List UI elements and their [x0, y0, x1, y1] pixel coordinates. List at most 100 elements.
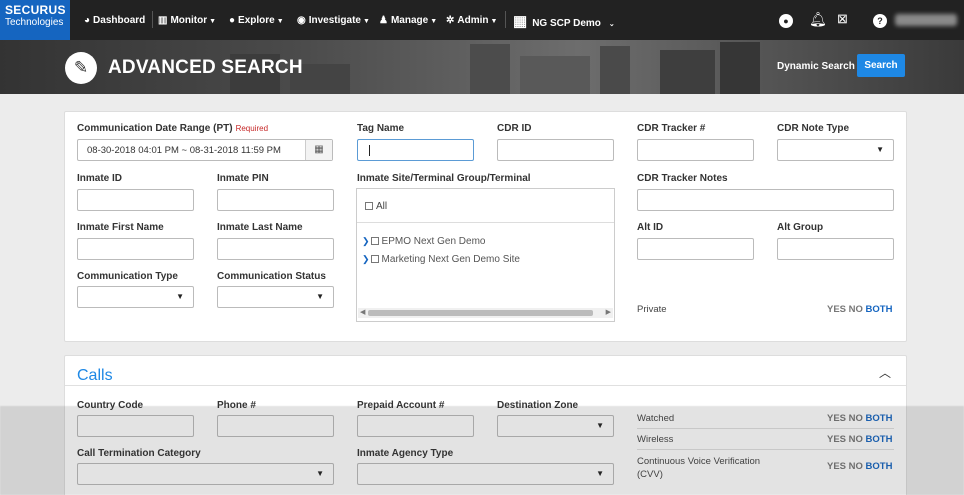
comm-status-label: Communication Status: [217, 271, 326, 282]
site-tree: All ❯ EPMO Next Gen Demo ❯ Marketing Next …: [356, 188, 615, 322]
scroll-right-icon[interactable]: ▶: [606, 308, 611, 316]
cdr-id-label: CDR ID: [497, 123, 532, 134]
cdr-note-type-select[interactable]: ▼: [777, 139, 894, 161]
securus-logo[interactable]: SECURUS Technologies: [0, 0, 70, 40]
scroll-left-icon[interactable]: ◀: [360, 308, 365, 316]
chevron-down-icon[interactable]: ❯: [362, 254, 370, 264]
cdr-note-type-label: CDR Note Type: [777, 123, 850, 134]
caret-down-icon: ▼: [276, 18, 284, 25]
no-option[interactable]: NO: [849, 304, 863, 315]
inmate-id-input[interactable]: [77, 189, 194, 211]
scroll-thumb[interactable]: [368, 310, 593, 316]
horizontal-scrollbar[interactable]: ◀ ▶: [358, 308, 613, 318]
comm-status-select[interactable]: ▼: [217, 286, 334, 308]
screen-shade: [0, 406, 964, 495]
cdr-tracker-input[interactable]: [637, 139, 754, 161]
nav-manage-label: Manage: [390, 15, 429, 26]
inmate-id-label: Inmate ID: [77, 173, 123, 184]
tag-name-input[interactable]: [357, 139, 474, 161]
date-range-label: Communication Date Range (PT) Required: [77, 123, 268, 134]
mail-icon[interactable]: ⊠: [837, 10, 848, 28]
nav-investigate[interactable]: ◉ Investigate ▼: [297, 15, 370, 26]
first-name-label: Inmate First Name: [77, 222, 164, 233]
nav-admin-label: Admin: [457, 15, 489, 26]
caret-down-icon: ▼: [316, 292, 324, 301]
alt-group-label: Alt Group: [777, 222, 824, 233]
search-button[interactable]: Search: [857, 54, 905, 77]
nav-explore[interactable]: ● Explore ▼: [229, 15, 284, 26]
nav-investigate-label: Investigate: [308, 15, 361, 26]
tag-name-label: Tag Name: [357, 123, 405, 134]
status-icon[interactable]: ●: [779, 10, 793, 28]
caret-down-icon: ▼: [209, 18, 217, 25]
site-terminal-label: Inmate Site/Terminal Group/Terminal: [357, 173, 531, 184]
nav-monitor[interactable]: ▥ Monitor ▼: [158, 15, 216, 26]
chevron-down-icon[interactable]: ❯: [362, 236, 370, 246]
page-title: ADVANCED SEARCH: [108, 57, 303, 78]
tree-all-option[interactable]: All: [365, 201, 387, 212]
nav-monitor-label: Monitor: [170, 15, 208, 26]
cdr-tracker-notes-input[interactable]: [637, 189, 894, 211]
nav-dashboard[interactable]: ◕ Dashboard: [84, 15, 145, 26]
both-option[interactable]: BOTH: [866, 304, 893, 315]
alt-group-input[interactable]: [777, 238, 894, 260]
user-icon: ♟: [379, 15, 388, 26]
divider: [65, 385, 906, 386]
last-name-input[interactable]: [217, 238, 334, 260]
date-range-label-text: Communication Date Range (PT): [77, 123, 233, 134]
logo-subtext: Technologies: [5, 17, 64, 28]
nav-divider: [152, 11, 153, 28]
logo-text: SECURUS: [5, 3, 66, 17]
eye-icon: ◉: [297, 15, 306, 26]
caret-down-icon: ▼: [876, 145, 884, 154]
private-toggle: YES NO BOTH: [827, 304, 892, 315]
comm-type-label: Communication Type: [77, 271, 178, 282]
bell-icon[interactable]: 🔔︎: [809, 10, 827, 28]
help-icon[interactable]: ?: [873, 10, 887, 28]
checkbox[interactable]: [370, 255, 379, 263]
gear-icon: ✲: [446, 15, 455, 26]
caret-down-icon: ▼: [176, 292, 184, 301]
caret-down-icon: ▼: [362, 18, 370, 25]
alt-id-input[interactable]: [637, 238, 754, 260]
alt-id-label: Alt ID: [637, 222, 664, 233]
site-name: NG SCP Demo: [532, 18, 601, 29]
nav-admin[interactable]: ✲ Admin ▼: [446, 15, 497, 26]
caret-down-icon: ⌄: [608, 21, 615, 28]
dashboard-icon: ◕: [84, 15, 91, 26]
first-name-input[interactable]: [77, 238, 194, 260]
last-name-label: Inmate Last Name: [217, 222, 303, 233]
nav-manage[interactable]: ♟ Manage ▼: [379, 15, 437, 26]
tree-item-label: EPMO Next Gen Demo: [381, 236, 486, 247]
required-marker: Required: [235, 124, 269, 133]
building-icon: ▦: [513, 13, 528, 30]
edit-icon: ✎: [65, 52, 97, 84]
cdr-id-input[interactable]: [497, 139, 614, 161]
site-selector[interactable]: ▦ NG SCP Demo ⌄: [513, 12, 615, 30]
tree-item-label: Marketing Next Gen Demo Site: [381, 254, 520, 265]
cdr-tracker-label: CDR Tracker #: [637, 123, 706, 134]
tree-all-label: All: [376, 201, 388, 212]
chevron-up-icon[interactable]: ︿: [879, 364, 891, 381]
top-nav: SECURUS Technologies ◕ Dashboard ▥ Monitor…: [0, 0, 964, 40]
chart-icon: ▥: [158, 15, 168, 26]
tree-item[interactable]: ❯ Marketing Next Gen Demo Site: [362, 254, 520, 265]
cdr-tracker-notes-label: CDR Tracker Notes: [637, 173, 728, 184]
inmate-pin-label: Inmate PIN: [217, 173, 269, 184]
user-menu[interactable]: [895, 14, 957, 26]
nav-dashboard-label: Dashboard: [93, 15, 146, 26]
calls-section-title: Calls: [77, 367, 113, 384]
caret-down-icon: ▼: [430, 18, 438, 25]
checkbox[interactable]: [365, 202, 373, 210]
private-label: Private: [637, 304, 667, 315]
date-range-input[interactable]: 08-30-2018 04:01 PM ~ 08-31-2018 11:59 P…: [77, 139, 333, 161]
calendar-icon[interactable]: ▦: [305, 140, 332, 160]
inmate-pin-input[interactable]: [217, 189, 334, 211]
date-range-value: 08-30-2018 04:01 PM ~ 08-31-2018 11:59 P…: [87, 145, 281, 156]
checkbox[interactable]: [370, 237, 379, 245]
yes-option[interactable]: YES: [827, 304, 846, 315]
dynamic-search-link[interactable]: Dynamic Search: [777, 61, 855, 72]
comm-type-select[interactable]: ▼: [77, 286, 194, 308]
tree-item[interactable]: ❯ EPMO Next Gen Demo: [362, 236, 485, 247]
nav-explore-label: Explore: [238, 15, 275, 26]
